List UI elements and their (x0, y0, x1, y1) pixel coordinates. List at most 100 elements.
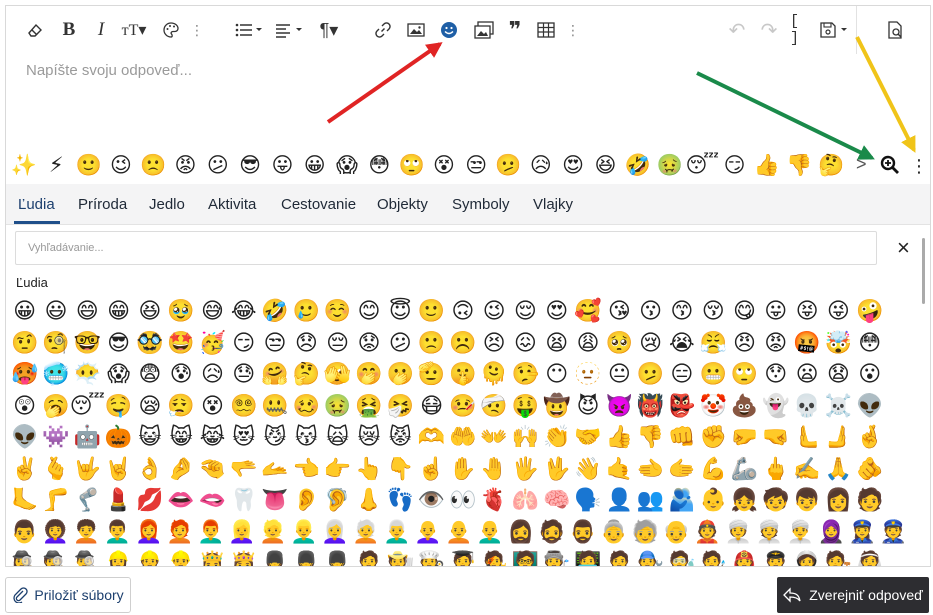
emoji-cell[interactable]: 🤩 (165, 328, 196, 360)
tab-people[interactable]: Ľudia (18, 196, 55, 213)
emoji-cell[interactable]: 🙌 (510, 422, 541, 454)
emoji-cell[interactable]: 🤒 (447, 391, 478, 423)
emoji-cell[interactable]: 😘 (604, 296, 635, 328)
quickbar-emoji[interactable]: 😉 (108, 152, 134, 178)
emoji-cell[interactable]: 🦻 (322, 485, 353, 517)
emoji-cell[interactable]: 👱‍♂️ (288, 517, 319, 549)
italic-button[interactable]: I (90, 16, 112, 44)
emoji-cell[interactable]: ✊ (698, 422, 729, 454)
quickbar-emoji[interactable]: 😵 (431, 152, 457, 178)
emoji-cell[interactable]: 🧑‍🎨 (698, 548, 729, 566)
emoji-cell[interactable]: 💂‍♂️ (322, 548, 353, 566)
more-options-icon[interactable]: ⋮ (910, 152, 928, 180)
emoji-cell[interactable]: 🫠 (478, 359, 509, 391)
emoji-cell[interactable]: 💀 (791, 391, 822, 423)
emoji-cell[interactable]: 🧑 (854, 485, 885, 517)
emoji-cell[interactable]: 🙀 (322, 422, 353, 454)
emoji-cell[interactable]: 😥 (197, 359, 228, 391)
eraser-icon[interactable] (24, 16, 46, 44)
emoji-cell[interactable]: 🥺 (604, 328, 635, 360)
emoji-cell[interactable]: 😔 (322, 328, 353, 360)
emoji-cell[interactable]: 🙂 (416, 296, 447, 328)
emoji-cell[interactable]: 🤛 (729, 422, 760, 454)
tab-symbols[interactable]: Symboly (452, 196, 510, 213)
emoji-cell[interactable]: 🫰 (40, 454, 71, 486)
emoji-cell[interactable]: 😮 (854, 359, 885, 391)
emoji-cell[interactable]: 🧑‍🔬 (666, 548, 697, 566)
emoji-cell[interactable]: 😶‍🌫️ (72, 359, 103, 391)
emoji-cell[interactable]: 🧑‍🏫 (510, 548, 541, 566)
emoji-cell[interactable]: 👴 (661, 517, 692, 549)
emoji-cell[interactable]: 🧑‍🚒 (729, 548, 760, 566)
emoji-cell[interactable]: 😱 (103, 359, 134, 391)
emoji-cell[interactable]: 🫸 (823, 422, 854, 454)
emoji-cell[interactable]: 👮 (878, 517, 909, 549)
emoji-cell[interactable]: 🤐 (259, 391, 290, 423)
quickbar-emoji[interactable]: 😥 (528, 152, 554, 178)
emoji-cell[interactable]: 😃 (40, 296, 71, 328)
list-button[interactable] (232, 16, 266, 44)
emoji-cell[interactable]: 🖐️ (510, 454, 541, 486)
quickbar-emoji[interactable]: 😀 (302, 152, 328, 178)
emoji-cell[interactable]: 😾 (385, 422, 416, 454)
emoji-cell[interactable]: 😳 (854, 328, 885, 360)
emoji-cell[interactable]: 👨‍🦲 (474, 517, 505, 549)
emoji-cell[interactable]: 👆 (353, 454, 384, 486)
emoji-cell[interactable]: 😢 (635, 328, 666, 360)
emoji-cell[interactable]: 🤯 (823, 328, 854, 360)
quickbar-next-button[interactable]: > (856, 154, 867, 175)
quickbar-emoji[interactable]: 😡 (173, 152, 199, 178)
emoji-cell[interactable]: 🕵️ (40, 548, 71, 566)
more-icon[interactable]: ⋮ (566, 16, 580, 44)
emoji-cell[interactable]: 👶 (698, 485, 729, 517)
emoji-cell[interactable]: 😑 (666, 359, 697, 391)
emoji-cell[interactable]: ✍️ (791, 454, 822, 486)
emoji-cell[interactable]: 😙 (666, 296, 697, 328)
emoji-cell[interactable]: 👋 (572, 454, 603, 486)
quickbar-emoji[interactable]: 🙄 (399, 152, 425, 178)
emoji-cell[interactable]: 😣 (478, 328, 509, 360)
emoji-cell[interactable]: 💩 (729, 391, 760, 423)
emoji-cell[interactable]: 🤗 (259, 359, 290, 391)
emoji-cell[interactable]: 🧑‍🦱 (71, 517, 102, 549)
emoji-cell[interactable]: 🤚 (478, 454, 509, 486)
emoji-cell[interactable]: 😬 (698, 359, 729, 391)
paragraph-button[interactable]: ¶▾ (314, 16, 344, 44)
emoji-cell[interactable]: 🧑‍🎓 (447, 548, 478, 566)
emoji-cell[interactable]: 😌 (510, 296, 541, 328)
emoji-cell[interactable]: 😺 (134, 422, 165, 454)
emoji-cell[interactable]: 👳‍♀️ (723, 517, 754, 549)
emoji-cell[interactable]: 🤫 (447, 359, 478, 391)
emoji-cell[interactable]: 👳‍♂️ (785, 517, 816, 549)
emoji-cell[interactable]: 🧑‍🏭 (541, 548, 572, 566)
emoji-cell[interactable]: 🧑‍🎤 (478, 548, 509, 566)
emoji-cell[interactable]: 😷 (416, 391, 447, 423)
emoji-cell[interactable]: 😩 (572, 328, 603, 360)
emoji-cell[interactable]: 😁 (103, 296, 134, 328)
quickbar-emoji[interactable]: 😆 (592, 152, 618, 178)
emoji-cell[interactable]: 🤤 (103, 391, 134, 423)
emoji-cell[interactable]: 👷‍♂️ (165, 548, 196, 566)
emoji-cell[interactable]: 🤪 (854, 296, 885, 328)
emoji-cell[interactable]: 🗣️ (572, 485, 603, 517)
emoji-cell[interactable]: 😼 (259, 422, 290, 454)
emoji-cell[interactable]: 👮‍♀️ (847, 517, 878, 549)
emoji-cell[interactable]: 🦿 (72, 485, 103, 517)
emoji-cell[interactable]: 🫳 (228, 454, 259, 486)
emoji-cell[interactable]: 👧 (729, 485, 760, 517)
emoji-cell[interactable]: 🕵️‍♂️ (72, 548, 103, 566)
emoji-cell[interactable]: ✋ (447, 454, 478, 486)
emoji-cell[interactable]: 😎 (103, 328, 134, 360)
emoji-cell[interactable]: 🫴 (259, 454, 290, 486)
emoji-cell[interactable]: 😵 (197, 391, 228, 423)
emoji-cell[interactable]: 🤓 (72, 328, 103, 360)
emoji-cell[interactable]: 🤑 (510, 391, 541, 423)
emoji-cell[interactable]: 😫 (541, 328, 572, 360)
emoji-cell[interactable]: 😭 (666, 328, 697, 360)
emoji-cell[interactable]: 👐 (478, 422, 509, 454)
emoji-cell[interactable]: 👩‍🦱 (40, 517, 71, 549)
emoji-cell[interactable]: 😹 (197, 422, 228, 454)
emoji-cell[interactable]: 🥱 (40, 391, 71, 423)
emoji-cell[interactable]: 😕 (385, 328, 416, 360)
emoji-cell[interactable]: 👩‍🦳 (319, 517, 350, 549)
